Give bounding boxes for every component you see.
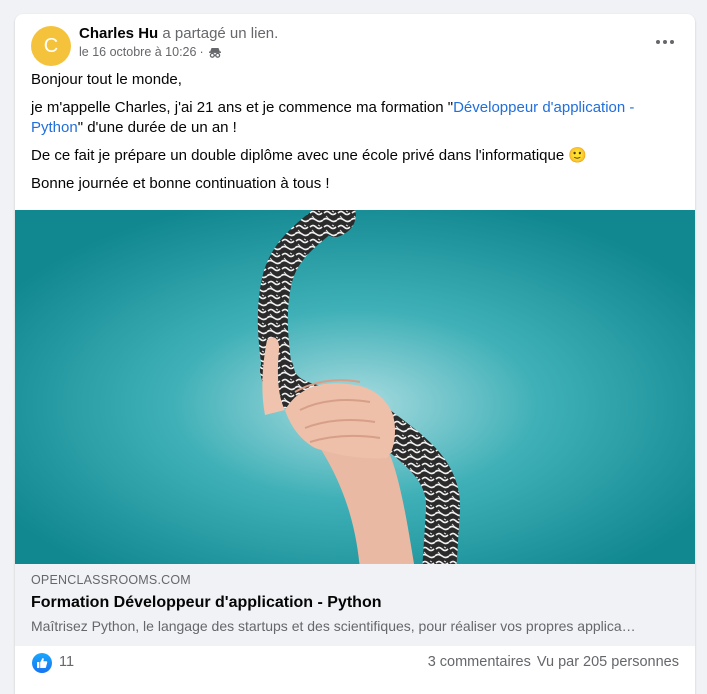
link-preview-meta[interactable]: OPENCLASSROOMS.COM Formation Développeur…	[15, 564, 695, 646]
python-snake-hand-image	[15, 210, 695, 564]
post-message: Bonjour tout le monde, je m'appelle Char…	[31, 70, 671, 202]
author-line: Charles Hu a partagé un lien.	[79, 25, 278, 42]
more-options-icon	[656, 40, 674, 44]
message-line: je m'appelle Charles, j'ai 21 ans et je …	[31, 98, 671, 138]
shared-action-text: a partagé un lien.	[158, 25, 279, 42]
link-preview-image[interactable]	[15, 210, 695, 564]
like-count[interactable]: 11	[59, 654, 74, 670]
message-line: Bonne journée et bonne continuation à to…	[31, 175, 330, 192]
post-footer: 11 3 commentaires Vu par 205 personnes	[15, 646, 695, 680]
engagement-stats: 3 commentaires Vu par 205 personnes	[428, 654, 679, 670]
message-line: Bonjour tout le monde,	[31, 71, 182, 88]
comments-count[interactable]: 3 commentaires	[428, 654, 531, 670]
message-line: De ce fait je prépare un double diplôme …	[31, 146, 671, 166]
like-reaction-icon[interactable]	[32, 653, 52, 673]
link-title[interactable]: Formation Développeur d'application - Py…	[31, 594, 382, 612]
message-text: " d'une durée de un an !	[77, 119, 237, 136]
link-domain: OPENCLASSROOMS.COM	[31, 573, 191, 587]
post-date[interactable]: le 16 octobre à 10:26	[79, 45, 196, 59]
post-card: C Charles Hu a partagé un lien. le 16 oc…	[15, 14, 695, 694]
thumbs-up-icon	[37, 658, 48, 668]
author-name[interactable]: Charles Hu	[79, 25, 158, 42]
incognito-icon	[208, 47, 221, 58]
smile-emoji-icon: 🙂	[568, 147, 588, 164]
link-description: Maîtrisez Python, le langage des startup…	[31, 618, 636, 634]
post-meta: le 16 octobre à 10:26 ·	[79, 45, 221, 59]
views-count[interactable]: Vu par 205 personnes	[537, 654, 679, 670]
message-text: De ce fait je prépare un double diplôme …	[31, 147, 569, 164]
avatar[interactable]: C	[31, 26, 71, 66]
message-text: je m'appelle Charles, j'ai 21 ans et je …	[31, 99, 454, 116]
more-options-button[interactable]	[651, 28, 679, 56]
meta-separator: ·	[199, 45, 204, 59]
post-header: C Charles Hu a partagé un lien. le 16 oc…	[15, 14, 695, 72]
